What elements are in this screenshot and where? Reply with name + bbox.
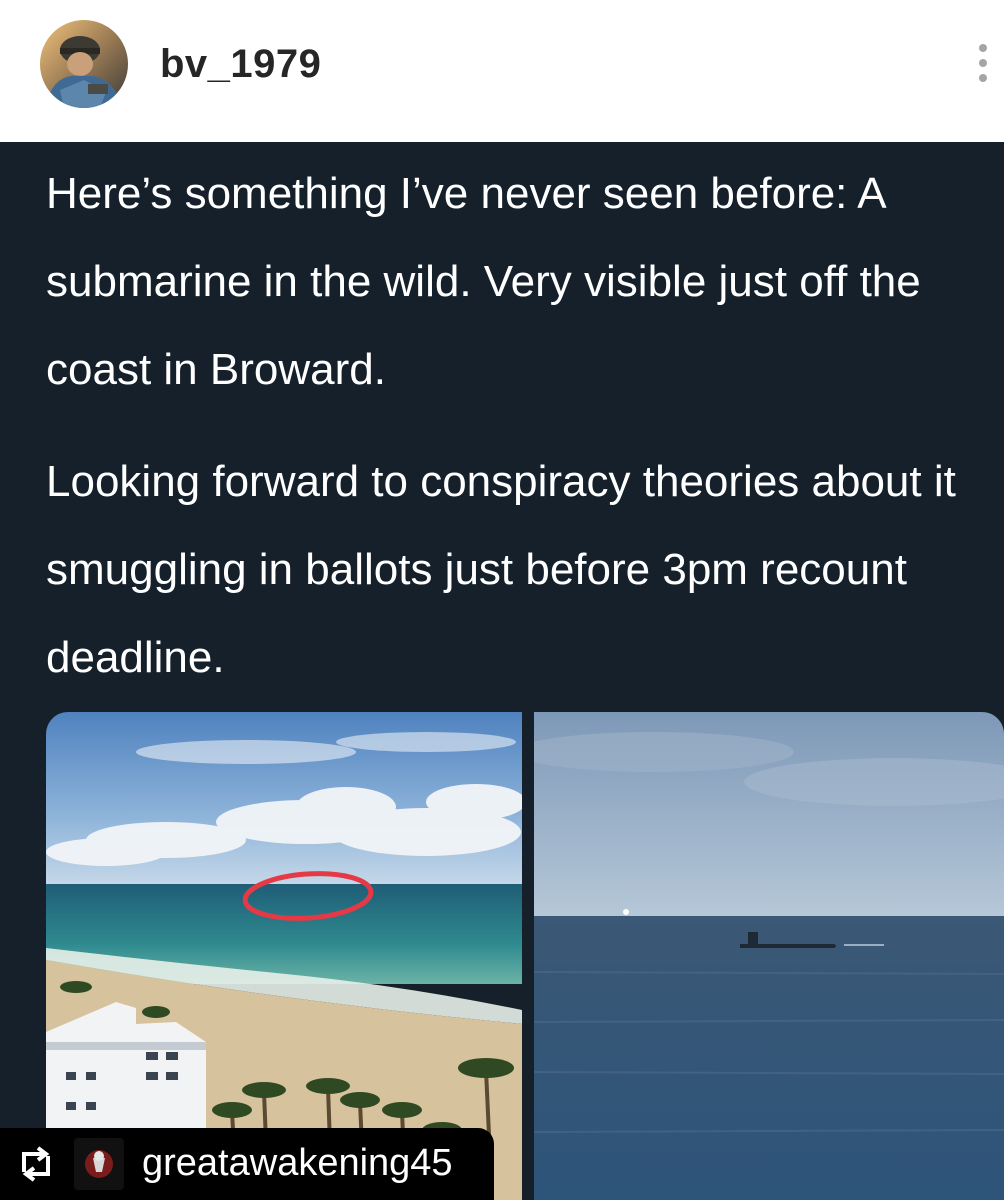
tweet-paragraph: Here’s something I’ve never seen before:… (46, 169, 921, 394)
post-username[interactable]: bv_1979 (160, 42, 321, 87)
post-header: bv_1979 (0, 0, 1004, 142)
repost-icon (16, 1146, 56, 1182)
repost-badge[interactable]: greatawakening45 (0, 1128, 494, 1200)
user-avatar[interactable] (40, 20, 128, 108)
tweet-screenshot: Here’s something I’ve never seen before:… (0, 142, 1004, 1200)
submarine-photo[interactable] (534, 712, 1004, 1200)
tweet-paragraph: Looking forward to conspiracy theories a… (46, 457, 956, 682)
repost-account-avatar (74, 1138, 124, 1190)
beach-photo[interactable] (46, 712, 522, 1200)
more-vertical-icon[interactable] (968, 42, 998, 92)
repost-account-name: greatawakening45 (142, 1142, 453, 1184)
